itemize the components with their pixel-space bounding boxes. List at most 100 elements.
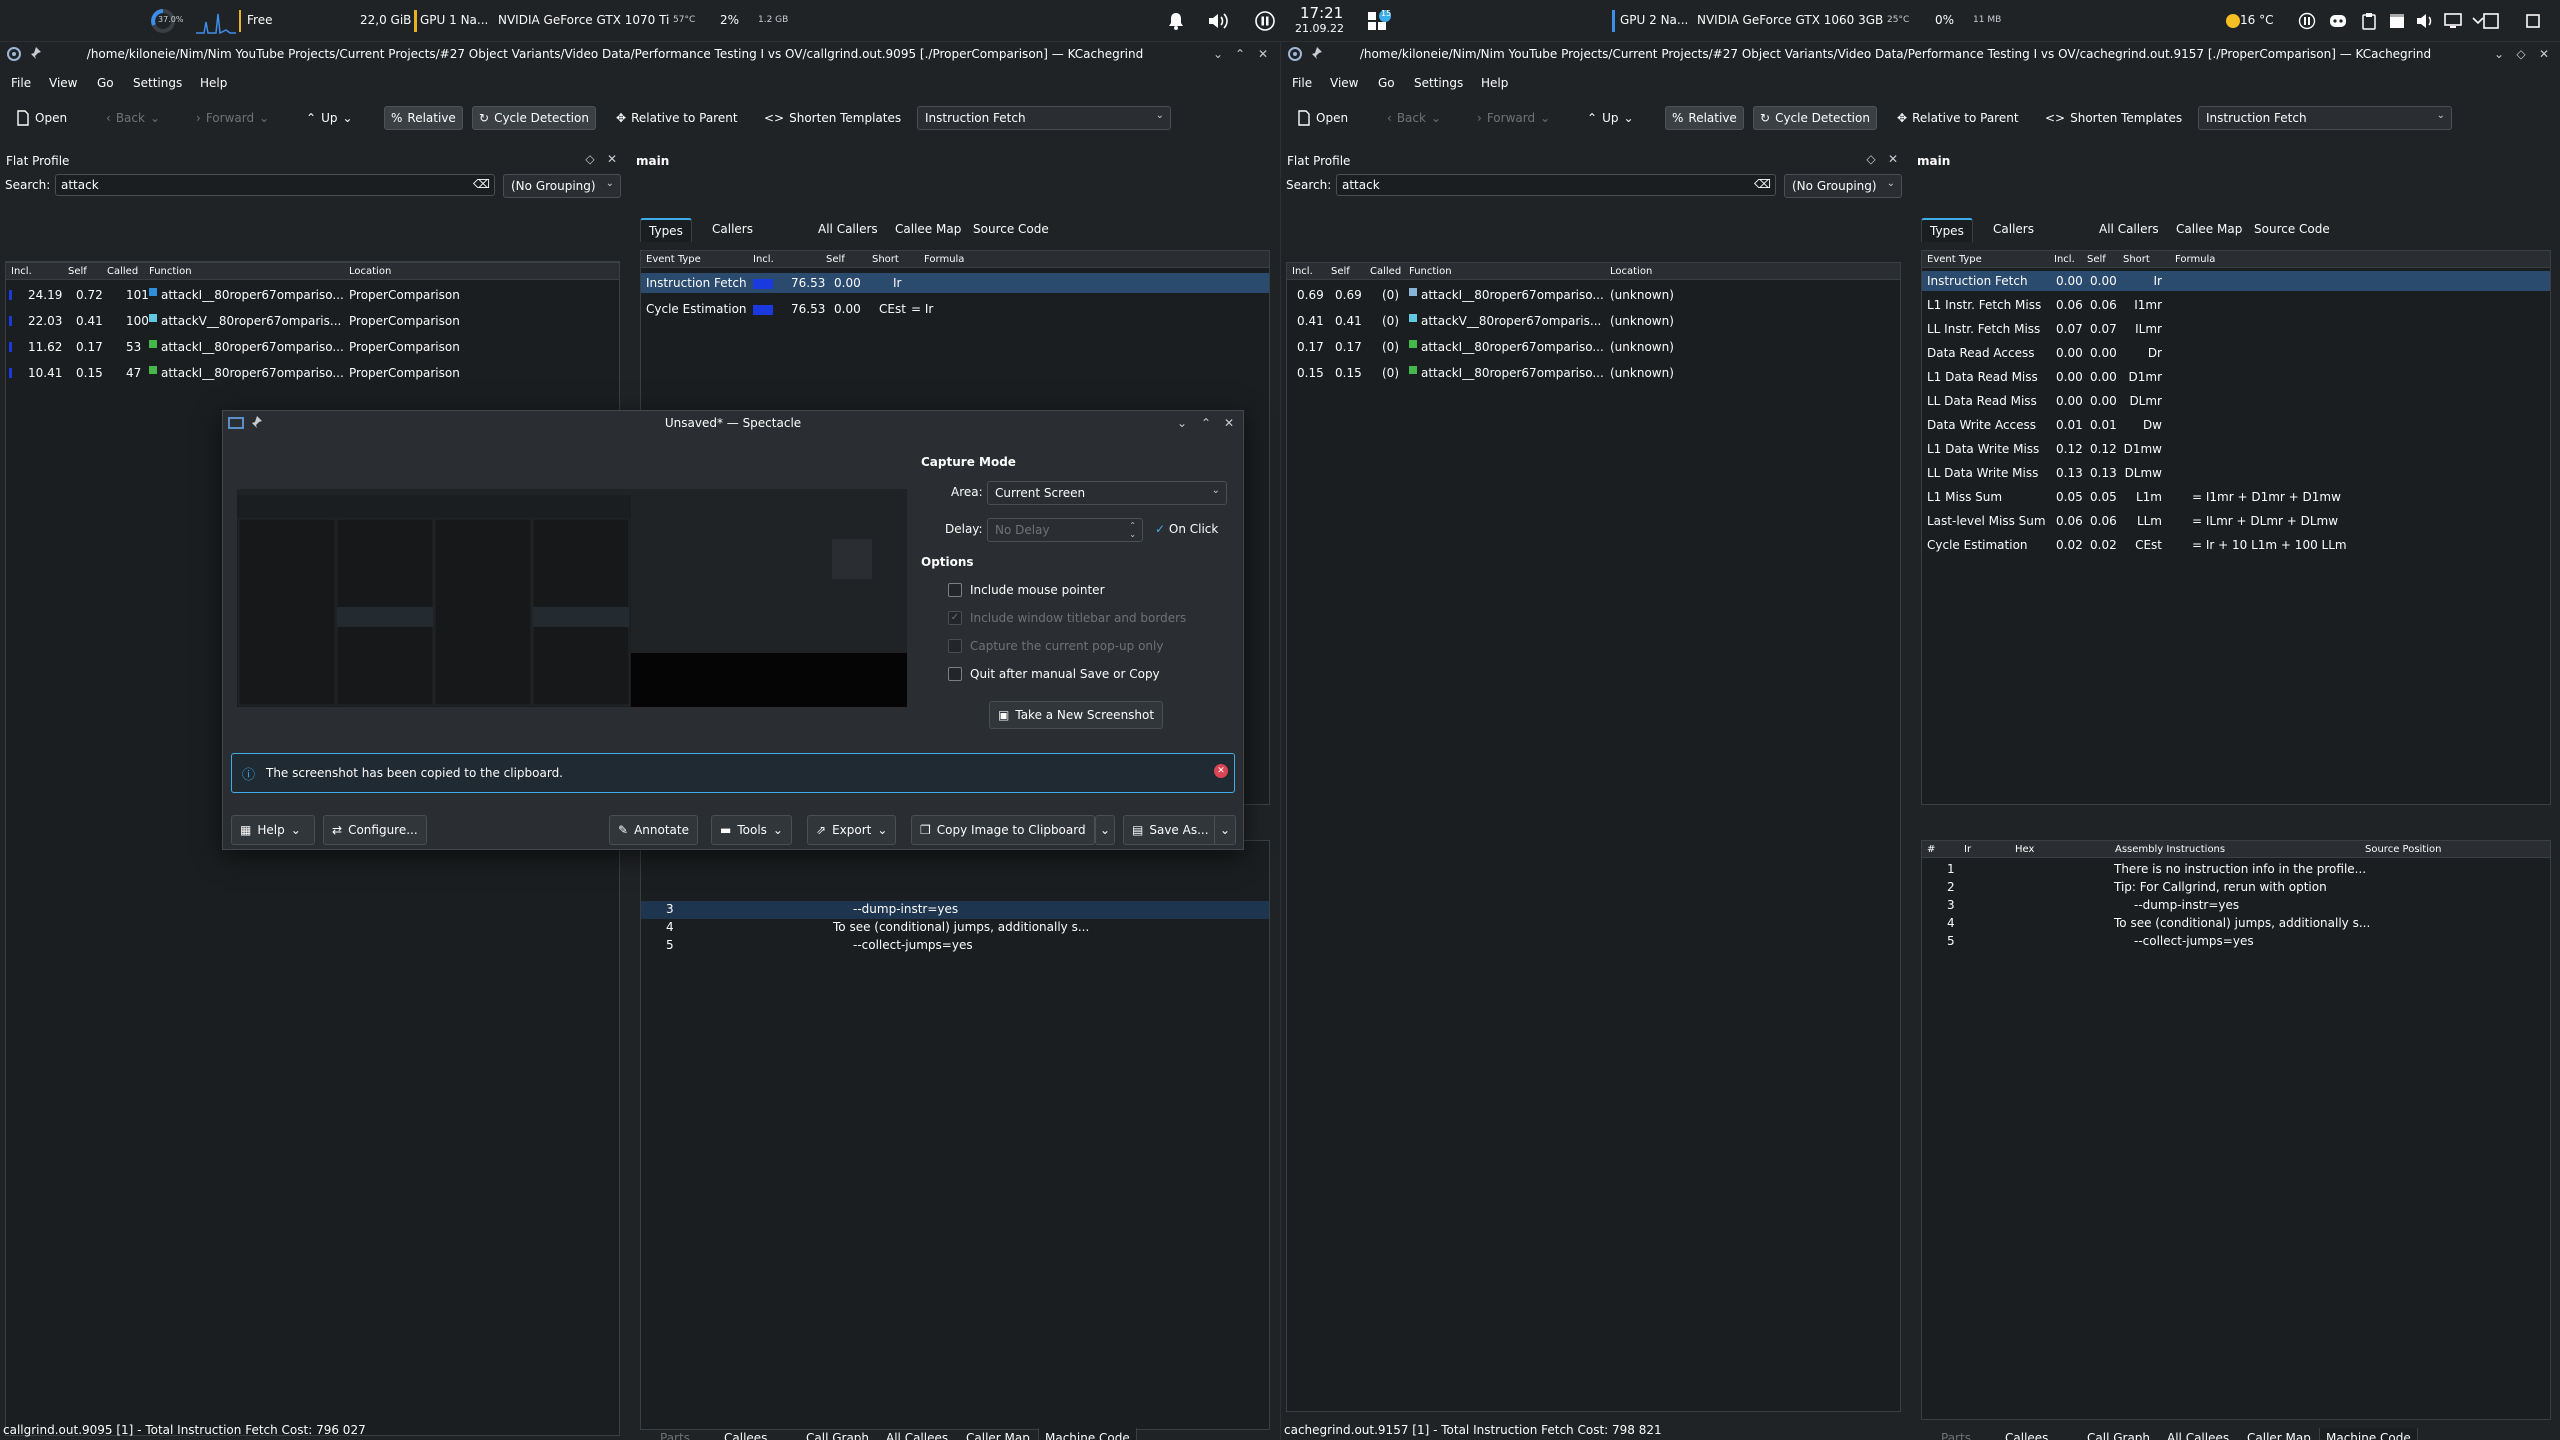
- help-button[interactable]: ▦ Help ⌄: [231, 815, 315, 845]
- up-button[interactable]: ⌃ Up ⌄: [300, 106, 359, 130]
- menu-settings[interactable]: Settings: [1414, 76, 1463, 90]
- pause-tray-icon[interactable]: [2294, 8, 2320, 34]
- quit-after-save-checkbox[interactable]: [948, 667, 962, 681]
- tab-callee-map[interactable]: Callee Map: [2168, 218, 2250, 242]
- tab-machine-code[interactable]: Machine Code: [1038, 1428, 1137, 1440]
- bell-icon[interactable]: [1163, 8, 1189, 34]
- col-function[interactable]: Function: [1409, 266, 1452, 277]
- table-row[interactable]: 10.41 0.15 47 attackI__80roper67ompariso...…: [6, 363, 619, 383]
- type-row[interactable]: Instruction Fetch 0.00 0.00 Ir: [1922, 271, 2550, 291]
- col-called[interactable]: Called: [1370, 266, 1401, 277]
- relative-to-parent-button[interactable]: ✥ Relative to Parent: [610, 106, 744, 130]
- tab-all-callees[interactable]: All Callees: [880, 1428, 954, 1440]
- type-row[interactable]: Instruction Fetch 76.53 0.00 Ir: [641, 273, 1269, 293]
- copy-to-clipboard-button[interactable]: ❐ Copy Image to Clipboard: [911, 815, 1095, 845]
- col-incl[interactable]: Incl.: [11, 266, 32, 277]
- col-incl[interactable]: Incl.: [2054, 254, 2075, 265]
- col-called[interactable]: Called: [107, 266, 138, 277]
- col-self[interactable]: Self: [68, 266, 87, 277]
- search-input[interactable]: attack ⌫: [1336, 174, 1776, 196]
- table-row[interactable]: 0.69 0.69 (0) attackI__80roper67ompariso...…: [1287, 285, 1900, 305]
- capture-popup-checkbox[interactable]: [948, 639, 962, 653]
- forward-dropdown-icon[interactable]: ⌄: [259, 111, 269, 125]
- col-incl[interactable]: Incl.: [753, 254, 774, 265]
- type-row[interactable]: LL Instr. Fetch Miss 0.07 0.07 ILmr: [1922, 319, 2550, 339]
- maximize-icon[interactable]: ⌃: [1198, 415, 1214, 431]
- system-menu-icon[interactable]: [2520, 8, 2546, 34]
- export-button[interactable]: ⇗ Export ⌄: [807, 815, 897, 845]
- type-row[interactable]: L1 Miss Sum 0.05 0.05 L1m = I1mr + D1mr + D1…: [1922, 487, 2550, 507]
- back-dropdown-icon[interactable]: ⌄: [1431, 111, 1441, 125]
- menu-settings[interactable]: Settings: [133, 76, 182, 90]
- clock-date[interactable]: 21.09.22: [1295, 22, 1344, 35]
- up-dropdown-icon[interactable]: ⌄: [342, 111, 352, 125]
- grouping-combo[interactable]: (No Grouping) ⌄: [1784, 174, 1902, 198]
- table-row[interactable]: 0.15 0.15 (0) attackI__80roper67ompariso...…: [1287, 363, 1900, 383]
- tab-callees[interactable]: Callees: [718, 1428, 773, 1440]
- up-dropdown-icon[interactable]: ⌄: [1623, 111, 1633, 125]
- col-self[interactable]: Self: [1331, 266, 1350, 277]
- clipboard-icon[interactable]: [2356, 8, 2382, 34]
- col-self[interactable]: Self: [826, 254, 845, 265]
- col-event-type[interactable]: Event Type: [1927, 254, 1982, 265]
- keep-above-icon[interactable]: ◇: [2513, 46, 2529, 62]
- table-row[interactable]: 0.17 0.17 (0) attackI__80roper67ompariso...…: [1287, 337, 1900, 357]
- tab-caller-map[interactable]: Caller Map: [960, 1428, 1036, 1440]
- asm-row[interactable]: 2 Tip: For Callgrind, rerun with option: [1922, 879, 2550, 897]
- minimize-icon[interactable]: ⌄: [2491, 46, 2507, 62]
- on-click-checkbox[interactable]: ✓ On Click: [1155, 522, 1218, 536]
- col-incl[interactable]: Incl.: [1292, 266, 1313, 277]
- clear-search-icon[interactable]: ⌫: [473, 177, 490, 191]
- type-row[interactable]: Data Write Access 0.01 0.01 Dw: [1922, 415, 2550, 435]
- dismiss-message-icon[interactable]: ✕: [1214, 764, 1228, 778]
- spin-arrows-icon[interactable]: ⌃ ⌄: [1129, 521, 1136, 539]
- cycle-detection-toggle[interactable]: ↻ Cycle Detection: [1753, 106, 1877, 130]
- tab-caller-map[interactable]: Caller Map: [2241, 1428, 2317, 1440]
- asm-row[interactable]: 5 --collect-jumps=yes: [641, 937, 1269, 955]
- event-type-combo[interactable]: Instruction Fetch ⌄: [2198, 106, 2452, 130]
- event-type-combo[interactable]: Instruction Fetch ⌄: [917, 106, 1171, 130]
- table-row[interactable]: 22.03 0.41 100 attackV__80roper67omparis...…: [6, 311, 619, 331]
- tab-parts[interactable]: Parts: [654, 1428, 696, 1440]
- col-number[interactable]: #: [1927, 844, 1935, 855]
- updates-icon[interactable]: [2384, 8, 2410, 34]
- app-icon[interactable]: [6, 46, 22, 62]
- display-icon[interactable]: [2440, 8, 2466, 34]
- tab-source-code[interactable]: Source Code: [965, 218, 1057, 242]
- forward-button[interactable]: › Forward ⌄: [190, 106, 275, 130]
- dock-close-icon[interactable]: ✕: [1885, 151, 1901, 167]
- include-pointer-checkbox[interactable]: [948, 583, 962, 597]
- table-row[interactable]: 24.19 0.72 101 attackI__80roper67ompariso..…: [6, 285, 619, 305]
- include-titlebar-checkbox[interactable]: ✓: [948, 611, 962, 625]
- menu-file[interactable]: File: [11, 76, 31, 90]
- tab-callees[interactable]: Callees: [1999, 1428, 2054, 1440]
- annotate-button[interactable]: ✎ Annotate: [609, 815, 698, 845]
- tab-callee-map[interactable]: Callee Map: [887, 218, 969, 242]
- col-short[interactable]: Short: [872, 254, 899, 265]
- col-self[interactable]: Self: [2087, 254, 2106, 265]
- discord-icon[interactable]: [2325, 8, 2351, 34]
- asm-row[interactable]: 3 --dump-instr=yes: [641, 901, 1269, 919]
- col-source-position[interactable]: Source Position: [2365, 844, 2441, 855]
- minimize-icon[interactable]: ⌄: [1174, 415, 1190, 431]
- tab-source-code[interactable]: Source Code: [2246, 218, 2338, 242]
- search-input[interactable]: attack ⌫: [55, 174, 495, 196]
- type-row[interactable]: L1 Instr. Fetch Miss 0.06 0.06 I1mr: [1922, 295, 2550, 315]
- menu-view[interactable]: View: [1330, 76, 1358, 90]
- relative-toggle[interactable]: % Relative: [1665, 106, 1744, 130]
- up-button[interactable]: ⌃ Up ⌄: [1581, 106, 1640, 130]
- asm-row[interactable]: 5 --collect-jumps=yes: [1922, 933, 2550, 951]
- type-row[interactable]: Cycle Estimation 76.53 0.00 CEst = Ir: [641, 299, 1269, 319]
- col-event-type[interactable]: Event Type: [646, 254, 701, 265]
- grouping-combo[interactable]: (No Grouping) ⌄: [503, 174, 621, 198]
- menu-help[interactable]: Help: [200, 76, 227, 90]
- pause-media-icon[interactable]: [1252, 8, 1278, 34]
- tools-button[interactable]: ▬ Tools ⌄: [711, 815, 792, 845]
- tab-machine-code[interactable]: Machine Code: [2319, 1428, 2418, 1440]
- pin-icon[interactable]: [28, 46, 42, 60]
- back-button[interactable]: ‹ Back ⌄: [1381, 106, 1447, 130]
- relative-toggle[interactable]: % Relative: [384, 106, 463, 130]
- app-icon[interactable]: [1287, 46, 1303, 62]
- close-icon[interactable]: ✕: [1255, 46, 1271, 62]
- type-row[interactable]: L1 Data Read Miss 0.00 0.00 D1mr: [1922, 367, 2550, 387]
